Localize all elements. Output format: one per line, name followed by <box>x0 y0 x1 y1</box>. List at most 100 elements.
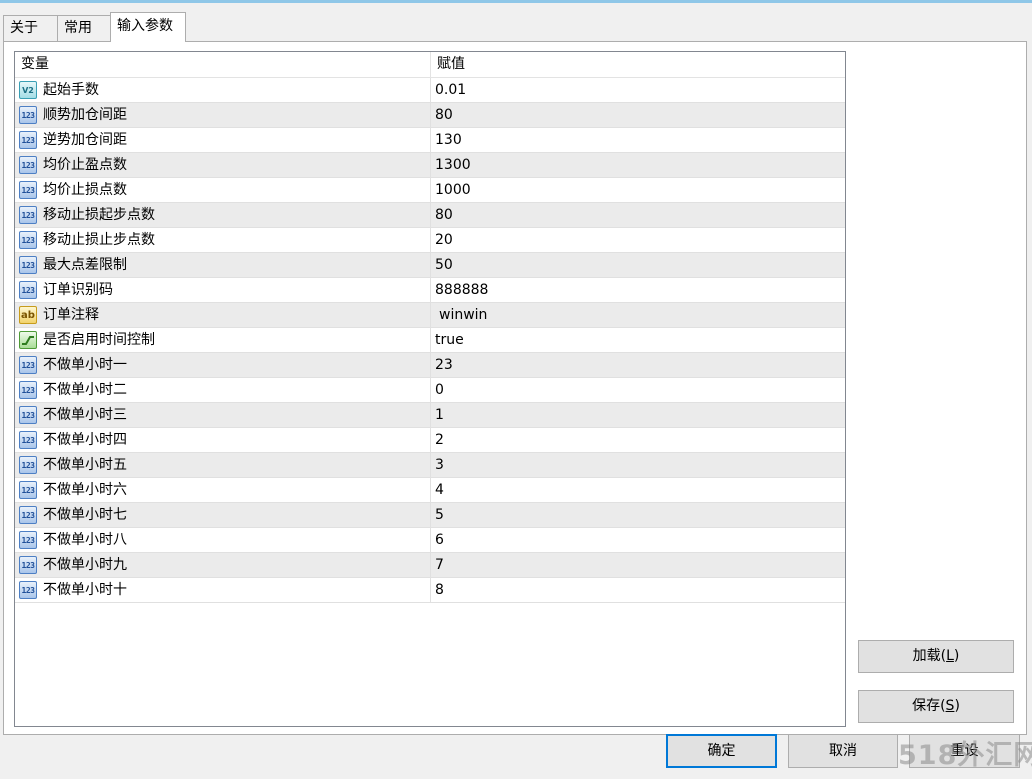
parameter-value[interactable]: 5 <box>435 503 444 527</box>
cell-divider <box>430 178 431 202</box>
parameter-name: 不做单小时四 <box>43 432 127 448</box>
parameter-value[interactable]: 4 <box>435 478 444 502</box>
cell-divider <box>430 378 431 402</box>
table-row[interactable]: 123 逆势加仓间距 130 <box>15 128 845 153</box>
save-button[interactable]: 保存(S) <box>858 690 1014 723</box>
parameter-value[interactable]: winwin <box>439 303 487 327</box>
parameter-value[interactable]: 7 <box>435 553 444 577</box>
cell-divider <box>430 253 431 277</box>
cell-divider <box>430 328 431 352</box>
table-row[interactable]: 123 不做单小时七 5 <box>15 503 845 528</box>
parameter-name: 订单识别码 <box>43 282 113 298</box>
parameter-value[interactable]: 1000 <box>435 178 471 202</box>
table-row[interactable]: 123 顺势加仓间距 80 <box>15 103 845 128</box>
cell-divider <box>430 128 431 152</box>
tab-input-parameters[interactable]: 输入参数 <box>110 12 186 42</box>
123-icon: 123 <box>19 506 37 524</box>
table-row[interactable]: 123 不做单小时一 23 <box>15 353 845 378</box>
parameter-name: 顺势加仓间距 <box>43 107 127 123</box>
ok-button-label: 确定 <box>707 743 736 759</box>
parameter-value[interactable]: 888888 <box>435 278 488 302</box>
parameter-value[interactable]: 2 <box>435 428 444 452</box>
parameter-value[interactable]: 130 <box>435 128 462 152</box>
parameter-name: 订单注释 <box>43 307 99 323</box>
parameter-name: 不做单小时十 <box>43 582 127 598</box>
tab-common[interactable]: 常用 <box>57 15 111 41</box>
parameter-value[interactable]: 3 <box>435 453 444 477</box>
cell-divider <box>430 103 431 127</box>
123-icon: 123 <box>19 106 37 124</box>
parameter-name: 均价止盈点数 <box>43 157 127 173</box>
cell-divider <box>430 78 431 102</box>
table-row[interactable]: 123 不做单小时八 6 <box>15 528 845 553</box>
parameter-name: 不做单小时九 <box>43 557 127 573</box>
parameter-value[interactable]: 8 <box>435 578 444 602</box>
parameter-value[interactable]: 23 <box>435 353 453 377</box>
load-button[interactable]: 加载(L) <box>858 640 1014 673</box>
table-row[interactable]: 123 订单识别码 888888 <box>15 278 845 303</box>
parameter-value[interactable]: 0 <box>435 378 444 402</box>
table-row[interactable]: 123 不做单小时九 7 <box>15 553 845 578</box>
parameter-name: 起始手数 <box>43 82 99 98</box>
table-row[interactable]: 123 移动止损起步点数 80 <box>15 203 845 228</box>
parameter-name: 不做单小时六 <box>43 482 127 498</box>
table-row[interactable]: 123 不做单小时四 2 <box>15 428 845 453</box>
cell-divider <box>430 503 431 527</box>
parameter-name: 不做单小时二 <box>43 382 127 398</box>
table-header: 变量 赋值 <box>15 52 845 78</box>
table-row[interactable]: 123 均价止盈点数 1300 <box>15 153 845 178</box>
load-button-label: 加载 <box>912 648 941 664</box>
tab-about-label: 关于 <box>10 20 38 36</box>
123-icon: 123 <box>19 181 37 199</box>
parameter-name: 均价止损点数 <box>43 182 127 198</box>
123-icon: 123 <box>19 131 37 149</box>
123-icon: 123 <box>19 406 37 424</box>
table-row[interactable]: 123 不做单小时二 0 <box>15 378 845 403</box>
cell-divider <box>430 578 431 602</box>
ab-icon: ab <box>19 306 37 324</box>
table-row[interactable]: 123 不做单小时三 1 <box>15 403 845 428</box>
123-icon: 123 <box>19 556 37 574</box>
parameter-value[interactable]: 6 <box>435 528 444 552</box>
table-row[interactable]: 123 不做单小时六 4 <box>15 478 845 503</box>
parameter-value[interactable]: 0.01 <box>435 78 466 102</box>
table-row[interactable]: ab 订单注释 winwin <box>15 303 845 328</box>
cell-divider <box>430 553 431 577</box>
table-row[interactable]: 123 不做单小时十 8 <box>15 578 845 603</box>
parameter-value[interactable]: true <box>435 328 464 352</box>
parameter-name: 不做单小时八 <box>43 532 127 548</box>
123-icon: 123 <box>19 231 37 249</box>
parameter-value[interactable]: 50 <box>435 253 453 277</box>
parameter-value[interactable]: 80 <box>435 103 453 127</box>
table-row[interactable]: V2 起始手数 0.01 <box>15 78 845 103</box>
table-row[interactable]: 是否启用时间控制 true <box>15 328 845 353</box>
table-row[interactable]: 123 移动止损止步点数 20 <box>15 228 845 253</box>
table-row[interactable]: 123 均价止损点数 1000 <box>15 178 845 203</box>
cell-divider <box>430 453 431 477</box>
parameter-value[interactable]: 20 <box>435 228 453 252</box>
cancel-button[interactable]: 取消 <box>788 734 898 768</box>
cell-divider <box>430 428 431 452</box>
parameter-value[interactable]: 1 <box>435 403 444 427</box>
parameter-name: 移动止损止步点数 <box>43 232 155 248</box>
table-row[interactable]: 123 最大点差限制 50 <box>15 253 845 278</box>
save-button-hotkey: S <box>945 698 955 714</box>
123-icon: 123 <box>19 431 37 449</box>
ok-button[interactable]: 确定 <box>666 734 777 768</box>
parameter-value[interactable]: 80 <box>435 203 453 227</box>
cell-divider <box>430 528 431 552</box>
parameters-table[interactable]: 变量 赋值 V2 起始手数 0.01 123 顺势加仓间距 80 123 逆势加仓间距 130 1… <box>14 51 846 727</box>
column-header-variable[interactable]: 变量 <box>15 52 430 77</box>
123-icon: 123 <box>19 381 37 399</box>
cell-divider <box>430 303 431 327</box>
123-icon: 123 <box>19 356 37 374</box>
cell-divider <box>430 278 431 302</box>
cell-divider <box>430 153 431 177</box>
tab-about[interactable]: 关于 <box>3 15 58 41</box>
parameter-name: 不做单小时五 <box>43 457 127 473</box>
parameter-value[interactable]: 1300 <box>435 153 471 177</box>
save-button-label: 保存 <box>912 698 941 714</box>
parameter-name: 最大点差限制 <box>43 257 127 273</box>
table-row[interactable]: 123 不做单小时五 3 <box>15 453 845 478</box>
column-header-value[interactable]: 赋值 <box>431 52 845 77</box>
